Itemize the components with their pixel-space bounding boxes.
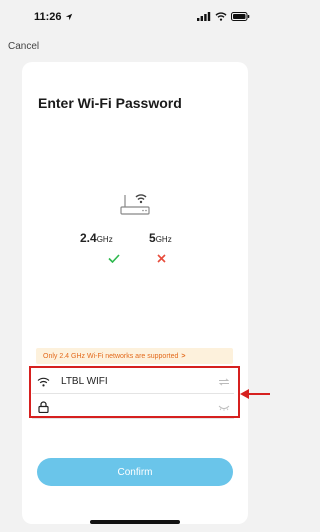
battery-icon (231, 8, 250, 26)
band-5ghz-value: 5 (149, 231, 156, 245)
confirm-button[interactable]: Confirm (37, 458, 233, 486)
wifi-icon (35, 377, 51, 387)
signal-icon (197, 8, 211, 26)
band-notice-text: Only 2.4 GHz Wi-Fi networks are supporte… (43, 352, 179, 360)
content-card (22, 62, 248, 524)
check-icon (108, 250, 120, 268)
router-icon (119, 192, 153, 223)
wifi-icon (215, 8, 227, 26)
status-left: 11:26 (34, 8, 73, 26)
band-5ghz-unit: GHz (155, 235, 172, 244)
home-indicator[interactable] (90, 520, 180, 524)
chevron-right-icon: > (181, 352, 186, 360)
band-24ghz-value: 2.4 (80, 231, 97, 245)
band-5ghz: 5GHz (149, 231, 172, 245)
status-icons (197, 8, 250, 26)
annotation-arrow-icon (240, 387, 270, 405)
band-notice-banner[interactable]: Only 2.4 GHz Wi-Fi networks are supporte… (36, 348, 233, 364)
page-title: Enter Wi-Fi Password (38, 95, 182, 111)
location-arrow-icon (65, 8, 73, 26)
cross-icon (157, 250, 166, 268)
eye-closed-icon[interactable] (218, 398, 230, 416)
status-time: 11:26 (34, 11, 62, 23)
cancel-button[interactable]: Cancel (8, 41, 39, 52)
band-24ghz-unit: GHz (96, 235, 113, 244)
ssid-value: LTBL WIFI (61, 376, 108, 387)
password-row[interactable] (32, 395, 234, 419)
band-24ghz: 2.4GHz (80, 231, 113, 245)
lock-icon (35, 400, 51, 413)
status-bar: 11:26 (0, 0, 270, 34)
password-input[interactable] (61, 401, 218, 412)
ssid-row[interactable]: LTBL WIFI (32, 370, 234, 394)
swap-icon[interactable] (218, 373, 230, 391)
